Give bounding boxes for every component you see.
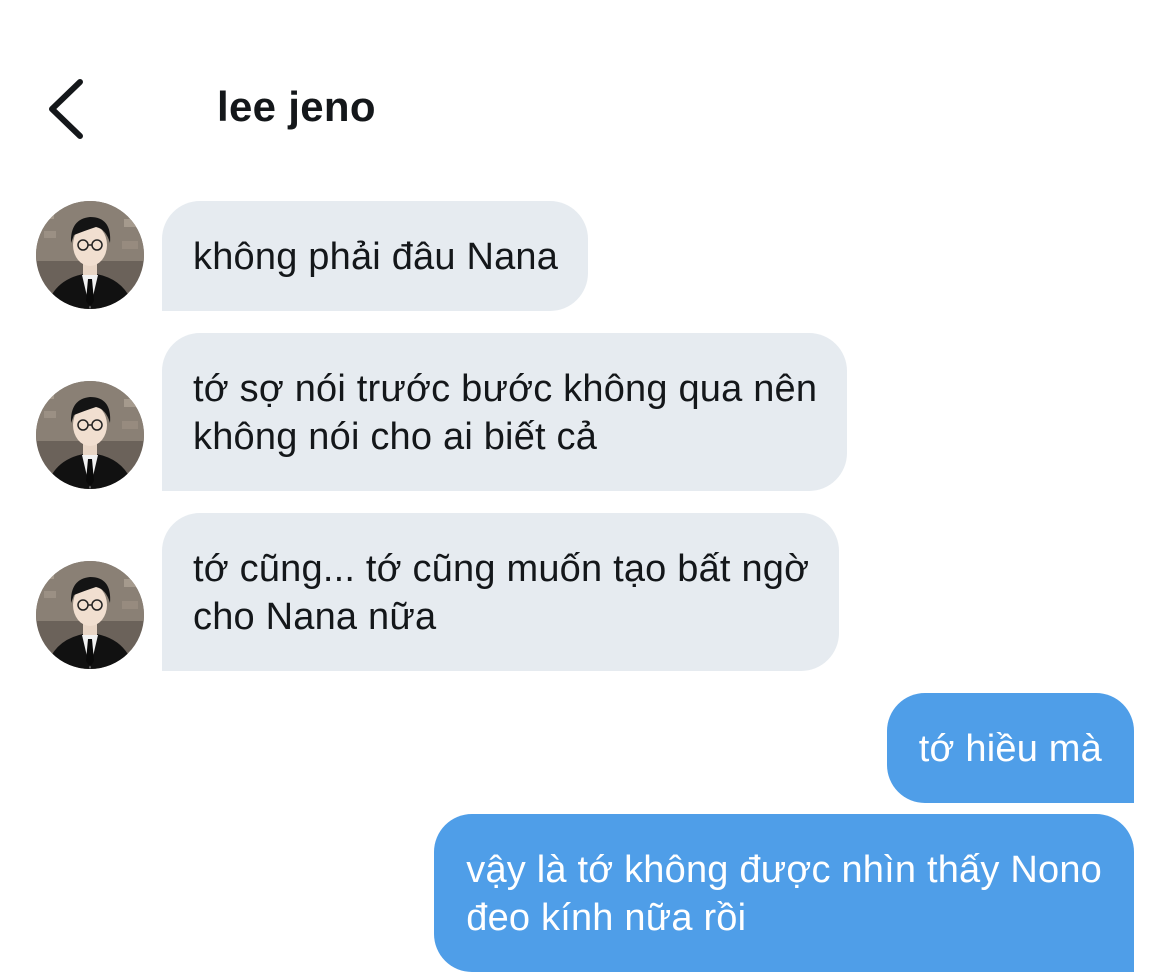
message-bubble-incoming[interactable]: không phải đâu Nana: [162, 201, 589, 311]
chat-header: lee jeno: [0, 0, 1169, 180]
conversation-title: lee jeno: [217, 83, 376, 130]
chevron-left-icon: [49, 79, 83, 139]
message-bubble-outgoing[interactable]: tớ hiều mà: [886, 693, 1134, 803]
avatar[interactable]: [36, 381, 144, 489]
back-button[interactable]: [40, 74, 100, 144]
message-bubble-outgoing[interactable]: vậy là tớ không được nhìn thấy Nono đeo …: [434, 814, 1134, 972]
message-bubble-incoming[interactable]: tớ sợ nói trước bước không qua nên không…: [162, 333, 848, 491]
avatar[interactable]: [36, 201, 144, 309]
message-bubble-incoming[interactable]: tớ cũng... tớ cũng muốn tạo bất ngờ cho …: [162, 513, 840, 671]
avatar[interactable]: [36, 561, 144, 669]
